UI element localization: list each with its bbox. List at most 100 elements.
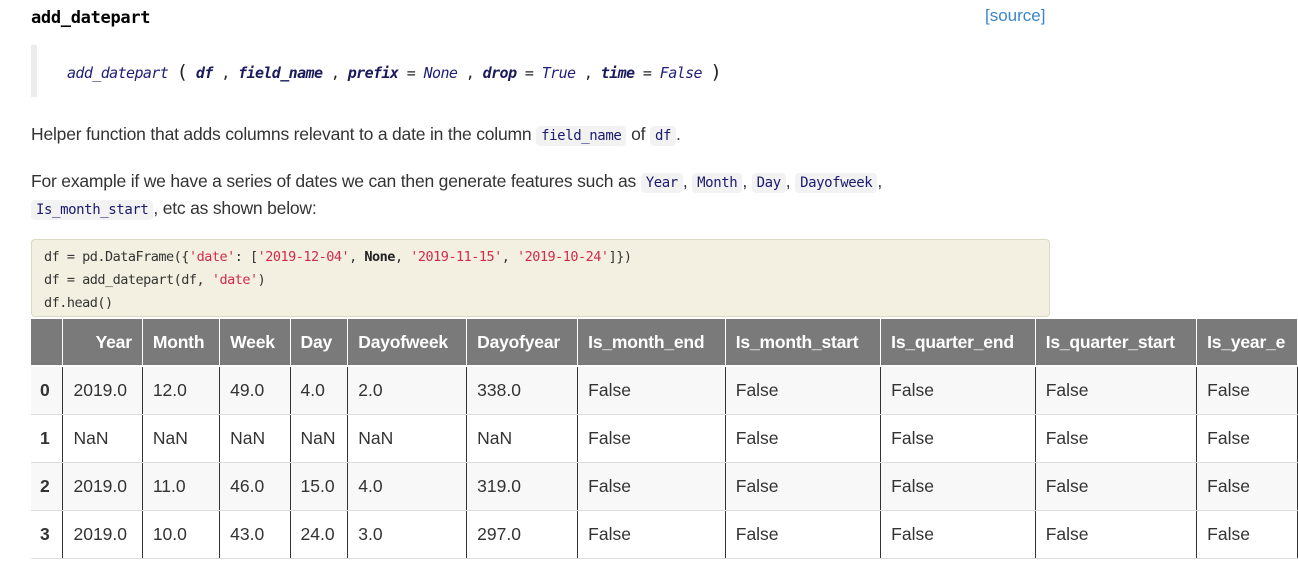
table-cell: False bbox=[725, 510, 882, 559]
table-cell: 15.0 bbox=[290, 462, 349, 511]
table-cell: False bbox=[880, 510, 1036, 559]
code-line-1: df = pd.DataFrame({'date': ['2019-12-04'… bbox=[44, 249, 632, 265]
table-cell: NaN bbox=[290, 414, 349, 463]
param-df: df bbox=[195, 64, 213, 82]
table-cell: 12.0 bbox=[142, 366, 221, 415]
open-paren: ( bbox=[176, 61, 188, 83]
text: , etc as shown below: bbox=[153, 198, 317, 218]
table-cell: 2019.0 bbox=[62, 462, 143, 511]
separator: , bbox=[583, 64, 593, 82]
table-cell: False bbox=[1196, 414, 1298, 463]
table-cell: 49.0 bbox=[219, 366, 291, 415]
equals: = bbox=[406, 64, 416, 82]
table-cell: False bbox=[725, 462, 882, 511]
equals: = bbox=[642, 64, 652, 82]
table-cell: 4.0 bbox=[347, 462, 468, 511]
table-cell: NaN bbox=[466, 414, 579, 463]
dataframe-table: Year Month Week Day Dayofweek Dayofyear … bbox=[31, 319, 1298, 559]
column-header: Is_month_end bbox=[577, 319, 726, 367]
table-cell: False bbox=[577, 462, 726, 511]
code-example-block: df = pd.DataFrame({'date': ['2019-12-04'… bbox=[31, 239, 1050, 317]
description-line-2: For example if we have a series of dates… bbox=[31, 171, 882, 193]
table-cell: 2.0 bbox=[347, 366, 468, 415]
inline-code-df: df bbox=[649, 126, 677, 146]
param-time: time bbox=[600, 64, 635, 82]
table-cell: 43.0 bbox=[219, 510, 291, 559]
separator: , bbox=[330, 64, 340, 82]
inline-code-field-name: field_name bbox=[536, 126, 627, 146]
row-index: 1 bbox=[31, 414, 64, 463]
table-cell: 10.0 bbox=[142, 510, 221, 559]
inline-code-dayofweek: Dayofweek bbox=[795, 173, 878, 193]
table-cell: False bbox=[1035, 462, 1198, 511]
function-heading: add_datepart bbox=[31, 8, 151, 28]
table-cell: 4.0 bbox=[290, 366, 349, 415]
signature-name: add_datepart bbox=[67, 64, 169, 82]
source-link[interactable]: [source] bbox=[985, 6, 1045, 26]
param-drop: drop bbox=[482, 64, 517, 82]
text: of bbox=[631, 124, 646, 144]
table-cell: NaN bbox=[62, 414, 143, 463]
column-header: Year bbox=[62, 319, 143, 367]
param-time-default: False bbox=[659, 64, 703, 82]
table-cell: False bbox=[880, 366, 1036, 415]
table-cell: False bbox=[1035, 510, 1198, 559]
inline-code-year: Year bbox=[640, 173, 683, 193]
separator: , bbox=[221, 64, 230, 82]
table-cell: False bbox=[880, 462, 1036, 511]
inline-code-month: Month bbox=[692, 173, 743, 193]
table-cell: 46.0 bbox=[219, 462, 291, 511]
column-header: Day bbox=[290, 319, 349, 367]
table-cell: False bbox=[1196, 510, 1298, 559]
table-cell: 24.0 bbox=[290, 510, 349, 559]
row-index: 3 bbox=[31, 510, 64, 559]
text: Helper function that adds columns releva… bbox=[31, 124, 532, 144]
table-cell: False bbox=[725, 366, 882, 415]
param-drop-default: True bbox=[541, 64, 576, 82]
table-header-row: Year Month Week Day Dayofweek Dayofyear … bbox=[31, 319, 1298, 367]
description-line-1: Helper function that adds columns releva… bbox=[31, 124, 681, 146]
column-header: Dayofweek bbox=[347, 319, 468, 367]
table-cell: False bbox=[725, 414, 882, 463]
table-row: 2 2019.0 11.0 46.0 15.0 4.0 319.0 False False Fal… bbox=[31, 462, 1298, 511]
table-cell: 2019.0 bbox=[62, 366, 143, 415]
table-cell: 319.0 bbox=[466, 462, 579, 511]
text: . bbox=[676, 124, 681, 144]
table-cell: NaN bbox=[347, 414, 468, 463]
column-header: Is_year_e bbox=[1196, 319, 1298, 367]
column-header: Is_quarter_start bbox=[1035, 319, 1198, 367]
table-cell: False bbox=[577, 414, 726, 463]
code-line-2: df = add_datepart(df, 'date') bbox=[44, 272, 266, 288]
equals: = bbox=[524, 64, 534, 82]
inline-code-day: Day bbox=[751, 173, 786, 193]
close-paren: ) bbox=[710, 61, 722, 83]
table-cell: False bbox=[880, 414, 1036, 463]
column-header: Dayofyear bbox=[466, 319, 579, 367]
column-header: Week bbox=[219, 319, 291, 367]
table-cell: False bbox=[577, 510, 726, 559]
column-header: Is_quarter_end bbox=[880, 319, 1036, 367]
column-header-index bbox=[31, 319, 64, 367]
table-cell: False bbox=[1035, 414, 1198, 463]
table-cell: 297.0 bbox=[466, 510, 579, 559]
table-cell: 11.0 bbox=[142, 462, 221, 511]
description-line-3: Is_month_start, etc as shown below: bbox=[31, 198, 317, 220]
text: For example if we have a series of dates… bbox=[31, 171, 637, 191]
table-cell: 338.0 bbox=[466, 366, 579, 415]
table-row: 1 NaN NaN NaN NaN NaN NaN False False False False F… bbox=[31, 414, 1298, 463]
table-cell: False bbox=[1035, 366, 1198, 415]
table-cell: NaN bbox=[142, 414, 221, 463]
table-cell: NaN bbox=[219, 414, 291, 463]
table-row: 0 2019.0 12.0 49.0 4.0 2.0 338.0 False False Fals… bbox=[31, 366, 1298, 415]
table-row: 3 2019.0 10.0 43.0 24.0 3.0 297.0 False False Fal… bbox=[31, 510, 1298, 559]
inline-code-is-month-start: Is_month_start bbox=[31, 200, 154, 220]
table-cell: False bbox=[577, 366, 726, 415]
table-cell: 3.0 bbox=[347, 510, 468, 559]
table-cell: False bbox=[1196, 462, 1298, 511]
function-signature: add_datepart ( df , field_name , prefix … bbox=[31, 45, 1057, 97]
param-prefix: prefix bbox=[347, 64, 399, 82]
separator: , bbox=[465, 64, 475, 82]
column-header: Month bbox=[142, 319, 221, 367]
code-line-3: df.head() bbox=[44, 295, 113, 311]
row-index: 0 bbox=[31, 366, 64, 415]
